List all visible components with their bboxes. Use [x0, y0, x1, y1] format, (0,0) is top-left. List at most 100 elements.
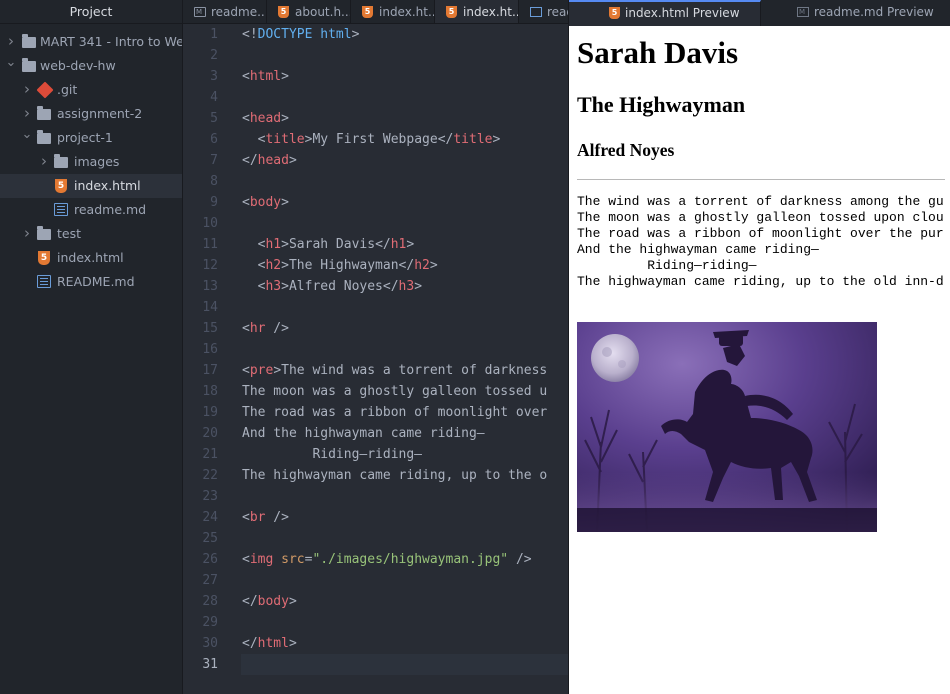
code-line[interactable]: And the highwayman came riding— — [241, 423, 568, 444]
code-line[interactable]: The moon was a ghostly galleon tossed u — [241, 381, 568, 402]
preview-tab[interactable]: 5 index.html Preview — [569, 0, 761, 26]
line-number: 11 — [202, 237, 218, 252]
editor-tab-label: index.ht.. — [379, 5, 435, 19]
chevron-right-icon[interactable]: › — [5, 30, 17, 54]
line-number: 23 — [202, 489, 218, 504]
code-line[interactable]: <head> — [241, 108, 568, 129]
code-line[interactable] — [241, 213, 568, 234]
line-number: 19 — [202, 405, 218, 420]
tree-item[interactable]: 5 index.html — [0, 174, 182, 198]
code-line[interactable]: <title>My First Webpage</title> — [241, 129, 568, 150]
preview-pane: 5 index.html Preview readme.md Preview Sar… — [568, 0, 950, 694]
code-line[interactable]: The road was a ribbon of moonlight over — [241, 402, 568, 423]
line-number: 2 — [210, 48, 218, 63]
code-line[interactable]: <h2>The Highwayman</h2> — [241, 255, 568, 276]
markdown-icon — [54, 203, 68, 216]
code-line[interactable]: <img src="./images/highwayman.jpg" /> — [241, 549, 568, 570]
line-number: 17 — [202, 363, 218, 378]
tree-item-label: web-dev-hw — [40, 58, 116, 73]
tree-item[interactable]: › test — [0, 222, 182, 246]
editor-tab-label: about.h... — [295, 5, 351, 19]
code-line[interactable] — [241, 171, 568, 192]
code-line[interactable]: <br /> — [241, 507, 568, 528]
tree-item[interactable]: ⌄ web-dev-hw — [0, 54, 182, 78]
code-line[interactable]: <body> — [241, 192, 568, 213]
tree-item-label: images — [74, 154, 120, 169]
line-number: 9 — [210, 195, 218, 210]
line-number: 31 — [202, 657, 218, 672]
code-line[interactable] — [241, 87, 568, 108]
editor-tab-label: read — [547, 5, 568, 19]
editor-tab-label: index.ht.. — [463, 5, 519, 19]
preview-tab-label: index.html Preview — [625, 6, 740, 20]
line-number: 5 — [210, 111, 218, 126]
line-number: 1 — [210, 27, 218, 42]
code-line[interactable]: <pre>The wind was a torrent of darkness — [241, 360, 568, 381]
code-line[interactable]: <!DOCTYPE html> — [241, 24, 568, 45]
markdown-icon — [797, 6, 809, 18]
line-number: 3 — [210, 69, 218, 84]
editor-tab[interactable]: read — [519, 0, 568, 23]
code-line[interactable] — [241, 339, 568, 360]
code-line[interactable] — [241, 486, 568, 507]
code-line[interactable]: </html> — [241, 633, 568, 654]
folder-icon — [22, 58, 36, 72]
tree-item[interactable]: › .git — [0, 78, 182, 102]
code-line[interactable]: The highwayman came riding, up to the o — [241, 465, 568, 486]
tree-item-label: index.html — [74, 178, 141, 193]
tree-item-label: test — [57, 226, 82, 241]
code-line[interactable]: <h3>Alfred Noyes</h3> — [241, 276, 568, 297]
tree-item[interactable]: ⌄ project-1 — [0, 126, 182, 150]
code-line[interactable] — [241, 528, 568, 549]
code-line[interactable]: <hr /> — [241, 318, 568, 339]
tree-item[interactable]: 5 index.html — [0, 246, 182, 270]
chevron-right-icon[interactable]: › — [21, 222, 33, 246]
preview-tab[interactable]: readme.md Preview — [761, 0, 950, 26]
folder-icon — [37, 226, 51, 240]
html5-icon: 5 — [446, 6, 457, 18]
chevron-down-icon[interactable]: ⌄ — [21, 126, 33, 150]
code-line[interactable]: <h1>Sarah Davis</h1> — [241, 234, 568, 255]
line-number: 27 — [202, 573, 218, 588]
tree-item[interactable]: › images — [0, 150, 182, 174]
preview-h3: Alfred Noyes — [577, 140, 675, 160]
tree-item[interactable]: README.md — [0, 270, 182, 294]
code-line[interactable]: Riding—riding— — [241, 444, 568, 465]
folder-icon — [22, 34, 36, 48]
editor-tab[interactable]: 5 index.ht.. — [435, 0, 519, 23]
chevron-right-icon[interactable]: › — [21, 78, 33, 102]
chevron-right-icon[interactable]: › — [38, 150, 50, 174]
code-line[interactable]: </head> — [241, 150, 568, 171]
line-number: 18 — [202, 384, 218, 399]
folder-icon — [37, 130, 51, 144]
highwayman-picture — [577, 322, 877, 532]
tree-item[interactable]: readme.md — [0, 198, 182, 222]
code-line[interactable] — [241, 45, 568, 66]
tree-item[interactable]: › MART 341 - Intro to Web D — [0, 30, 182, 54]
line-number: 20 — [202, 426, 218, 441]
editor-tab[interactable]: readme... — [183, 0, 267, 23]
line-number: 4 — [210, 90, 218, 105]
code-line[interactable] — [241, 297, 568, 318]
code-line[interactable] — [241, 570, 568, 591]
tree-panel-title: Project — [0, 0, 182, 24]
code-line[interactable]: </body> — [241, 591, 568, 612]
code-editor[interactable]: readme... 5 about.h... 5 index.ht.. 5 index.ht… — [183, 0, 568, 694]
editor-tab-label: readme... — [211, 5, 267, 19]
preview-poem-pre: The wind was a torrent of darkness among… — [577, 194, 944, 289]
line-number: 21 — [202, 447, 218, 462]
code-line[interactable]: <html> — [241, 66, 568, 87]
chevron-down-icon[interactable]: ⌄ — [5, 54, 17, 78]
line-number: 28 — [202, 594, 218, 609]
editor-tab[interactable]: 5 index.ht.. — [351, 0, 435, 23]
editor-tab[interactable]: 5 about.h... — [267, 0, 351, 23]
code-line[interactable] — [241, 654, 568, 675]
chevron-right-icon[interactable]: › — [21, 102, 33, 126]
code-area[interactable]: <!DOCTYPE html> <html> <head> <title>My Fi… — [241, 24, 568, 675]
line-number: 24 — [202, 510, 218, 525]
line-number: 13 — [202, 279, 218, 294]
tree-item-label: project-1 — [57, 130, 113, 145]
tree-item[interactable]: › assignment-2 — [0, 102, 182, 126]
line-number: 16 — [202, 342, 218, 357]
code-line[interactable] — [241, 612, 568, 633]
